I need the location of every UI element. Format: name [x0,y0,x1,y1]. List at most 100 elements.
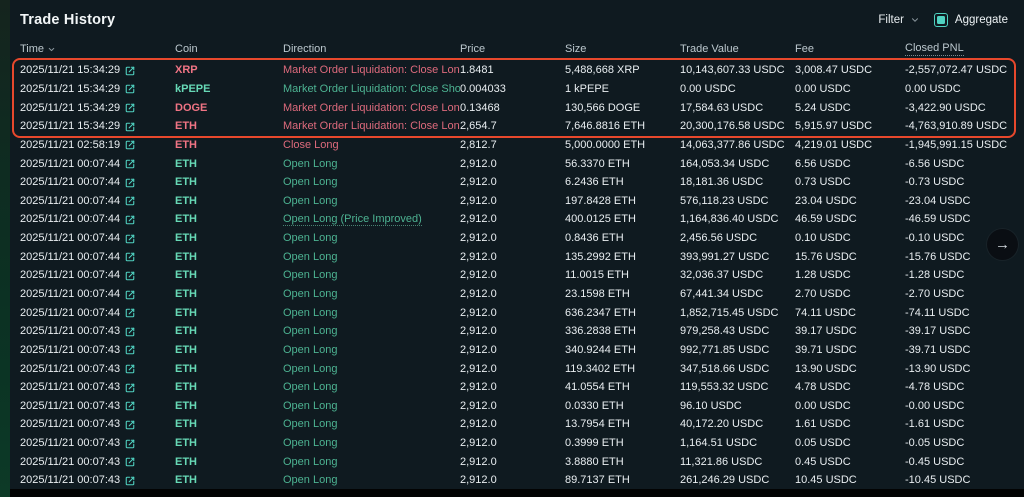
filter-label: Filter [878,14,904,26]
time-cell: 2025/11/21 15:34:29 [20,64,175,76]
closed-pnl-cell: -1.61 USDC [905,418,1014,430]
time-cell: 2025/11/21 00:07:43 [20,437,175,449]
direction-cell: Open Long [283,437,337,449]
external-link-icon[interactable] [125,439,135,449]
trade-value-cell: 576,118.23 USDC [680,195,795,207]
external-link-icon[interactable] [125,290,135,300]
coin-cell: ETH [175,325,283,337]
trade-value-cell: 1,164,836.40 USDC [680,213,795,225]
trade-value-cell: 393,991.27 USDC [680,251,795,263]
time-cell: 2025/11/21 00:07:44 [20,213,175,225]
trade-value-cell: 347,518.66 USDC [680,363,795,375]
time-cell: 2025/11/21 00:07:43 [20,456,175,468]
external-link-icon[interactable] [125,196,135,206]
price-cell: 2,912.0 [460,474,497,486]
external-link-icon[interactable] [125,383,135,393]
direction-cell: Market Order Liquidation: Close Short [283,83,460,95]
table-row: 2025/11/21 00:07:43 ETH Open Long 2,912.… [10,359,1024,378]
direction-cell: Open Long [283,400,337,412]
price-cell: 2,912.0 [460,325,497,337]
table-row: 2025/11/21 00:07:44 ETH Open Long 2,912.… [10,266,1024,285]
price-cell: 0.13468 [460,102,500,114]
price-cell: 2,912.0 [460,418,497,430]
direction-cell: Open Long [283,307,337,319]
arrow-right-icon: → [995,236,1010,253]
price-cell: 2,912.0 [460,195,497,207]
time-value: 2025/11/21 00:07:44 [20,213,120,225]
fee-cell: 0.00 USDC [795,400,905,412]
table-row: 2025/11/21 00:07:43 ETH Open Long 2,912.… [10,434,1024,453]
external-link-icon[interactable] [125,457,135,467]
trade-value-cell: 1,164.51 USDC [680,437,795,449]
size-cell: 6.2436 ETH [565,176,680,188]
fee-cell: 46.59 USDC [795,213,905,225]
external-link-icon[interactable] [125,140,135,150]
external-link-icon[interactable] [125,401,135,411]
fee-cell: 0.45 USDC [795,456,905,468]
external-link-icon[interactable] [125,215,135,225]
time-value: 2025/11/21 00:07:43 [20,437,120,449]
external-link-icon[interactable] [125,178,135,188]
trade-value-cell: 0.00 USDC [680,83,795,95]
external-link-icon[interactable] [125,345,135,355]
column-header-time[interactable]: Time [20,43,175,55]
external-link-icon[interactable] [125,122,135,132]
external-link-icon[interactable] [125,252,135,262]
filter-button[interactable]: Filter [878,14,920,26]
trade-value-cell: 1,852,715.45 USDC [680,307,795,319]
coin-cell: ETH [175,400,283,412]
time-value: 2025/11/21 00:07:44 [20,232,120,244]
price-cell: 2,912.0 [460,400,497,412]
external-link-icon[interactable] [125,159,135,169]
next-page-button[interactable]: → [987,229,1018,260]
time-cell: 2025/11/21 15:34:29 [20,83,175,95]
time-cell: 2025/11/21 00:07:44 [20,251,175,263]
coin-cell: ETH [175,269,283,281]
table-row: 2025/11/21 00:07:44 ETH Open Long 2,912.… [10,303,1024,322]
time-cell: 2025/11/21 00:07:43 [20,363,175,375]
panel-header: Trade History Filter Aggregate [10,0,1024,28]
coin-cell: ETH [175,120,283,132]
time-value: 2025/11/21 00:07:44 [20,307,120,319]
external-link-icon[interactable] [125,103,135,113]
closed-pnl-cell: -2.70 USDC [905,288,1014,300]
external-link-icon[interactable] [125,420,135,430]
external-link-icon[interactable] [125,234,135,244]
closed-pnl-cell: -2,557,072.47 USDC [905,64,1014,76]
table-row: 2025/11/21 00:07:43 ETH Open Long 2,912.… [10,341,1024,360]
aggregate-toggle[interactable]: Aggregate [934,13,1008,27]
direction-cell: Open Long [283,176,337,188]
direction-cell: Open Long [283,195,337,207]
time-cell: 2025/11/21 00:07:43 [20,381,175,393]
table-row: 2025/11/21 00:07:44 ETH Open Long 2,912.… [10,285,1024,304]
table-row: 2025/11/21 00:07:44 ETH Open Long 2,912.… [10,154,1024,173]
table-row: 2025/11/21 00:07:43 ETH Open Long 2,912.… [10,415,1024,434]
table-row: 2025/11/21 00:07:44 ETH Open Long 2,912.… [10,247,1024,266]
price-cell: 2,912.0 [460,232,497,244]
size-cell: 7,646.8816 ETH [565,120,680,132]
external-link-icon[interactable] [125,327,135,337]
closed-pnl-cell: -1,945,991.15 USDC [905,139,1014,151]
time-cell: 2025/11/21 00:07:44 [20,307,175,319]
coin-cell: ETH [175,437,283,449]
external-link-icon[interactable] [125,66,135,76]
aggregate-checkbox[interactable] [934,13,948,27]
external-link-icon[interactable] [125,308,135,318]
table-row: 2025/11/21 15:34:29 XRP Market Order Liq… [10,61,1024,80]
coin-cell: kPEPE [175,83,283,95]
direction-cell: Open Long (Price Improved) [283,213,422,226]
trade-value-cell: 67,441.34 USDC [680,288,795,300]
price-cell: 2,912.0 [460,288,497,300]
coin-cell: DOGE [175,102,283,114]
size-cell: 56.3370 ETH [565,158,680,170]
header-controls: Filter Aggregate [878,13,1008,27]
size-cell: 135.2992 ETH [565,251,680,263]
coin-cell: ETH [175,139,283,151]
direction-cell: Open Long [283,474,337,486]
external-link-icon[interactable] [125,271,135,281]
external-link-icon[interactable] [125,476,135,486]
external-link-icon[interactable] [125,364,135,374]
external-link-icon[interactable] [125,84,135,94]
price-cell: 2,812.7 [460,139,497,151]
time-value: 2025/11/21 15:34:29 [20,83,120,95]
